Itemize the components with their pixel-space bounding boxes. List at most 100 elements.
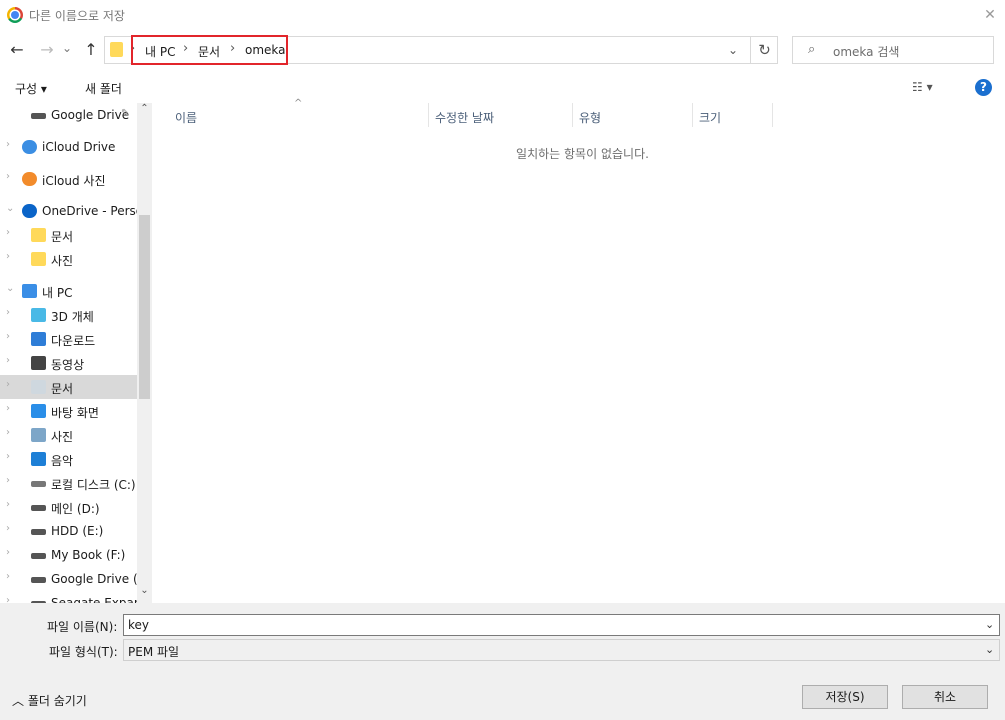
desktop-icon [31,404,46,418]
address-dropdown-button[interactable]: ⌄ [724,36,742,64]
column-size[interactable]: 크기 [699,109,721,126]
filename-input[interactable] [123,614,1000,636]
filename-value[interactable]: key [128,618,149,632]
column-divider[interactable] [692,103,693,127]
scroll-down-arrow[interactable]: ⌄ [137,585,152,601]
breadcrumb-documents[interactable]: 문서 [198,43,220,60]
sidebar-item-label: OneDrive - Perso [42,204,144,218]
chevron-right-icon[interactable]: › [6,523,10,534]
chevron-right-icon[interactable]: › [6,171,10,182]
chevron-up-icon: ︿ [12,694,28,708]
column-date-modified[interactable]: 수정한 날짜 [435,109,494,126]
sidebar-item[interactable]: › iCloud 사진 [0,167,137,191]
chevron-right-icon[interactable]: › [6,427,10,438]
chevron-right-icon[interactable]: › [6,547,10,558]
chevron-right-icon[interactable]: › [6,331,10,342]
breadcrumb-separator[interactable]: › [230,41,235,56]
recent-locations-button[interactable]: ⌄ [60,35,74,61]
sidebar-item[interactable]: ›Google Drive✎ [0,103,137,127]
chevron-right-icon[interactable]: › [6,227,10,238]
chevron-right-icon[interactable]: › [6,451,10,462]
organize-button[interactable]: 구성 ▾ [15,80,47,97]
filetype-dropdown-icon[interactable]: ⌄ [985,643,994,656]
command-bar [0,74,1005,102]
help-icon[interactable]: ? [975,79,992,96]
sidebar-item-label: 문서 [51,230,74,244]
scroll-up-arrow[interactable]: ⌃ [137,103,152,119]
sidebar-item[interactable]: › HDD (E:) [0,519,137,543]
save-button[interactable]: 저장(S) [802,685,888,709]
chevron-right-icon[interactable]: › [6,251,10,262]
sidebar-item[interactable]: › My Book (F:) [0,543,137,567]
sidebar-item-label: 동영상 [51,358,85,372]
sidebar-item-label: 다운로드 [51,334,96,348]
sidebar-item[interactable]: › 다운로드 [0,327,137,351]
back-button[interactable]: ← [6,37,28,63]
download-icon [31,332,46,346]
sidebar-item[interactable]: › 로컬 디스크 (C:) [0,471,137,495]
sidebar-item[interactable]: › 메인 (D:) [0,495,137,519]
scrollbar-thumb[interactable] [139,215,150,399]
music-icon [31,452,46,466]
chevron-down-icon[interactable]: ⌄ [6,203,14,214]
sidebar-item[interactable]: › 음악 [0,447,137,471]
sidebar-item-label: 사진 [51,430,74,444]
close-button[interactable]: ✕ [975,0,1005,30]
chevron-right-icon[interactable]: › [6,499,10,510]
filename-dropdown-icon[interactable]: ⌄ [985,618,994,631]
filetype-value[interactable]: PEM 파일 [128,643,179,660]
breadcrumb-omeka[interactable]: omeka [245,43,286,57]
forward-button[interactable]: → [36,37,58,63]
chevron-right-icon[interactable]: › [6,379,10,390]
sidebar-item-label: 문서 [51,382,74,396]
search-placeholder: omeka 검색 [833,45,900,59]
column-divider[interactable] [572,103,573,127]
chevron-right-icon[interactable]: › [6,475,10,486]
folder-icon [31,228,46,242]
sidebar-item[interactable]: › 문서 [0,223,137,247]
chevron-right-icon[interactable]: › [6,571,10,582]
filetype-select[interactable] [123,639,1000,661]
chevron-right-icon[interactable]: › [6,355,10,366]
column-divider[interactable] [428,103,429,127]
filetype-label: 파일 형식(T): [49,645,118,659]
chevron-right-icon[interactable]: › [6,403,10,414]
folder-icon [110,42,123,57]
column-type[interactable]: 유형 [579,109,601,126]
window-title: 다른 이름으로 저장 [29,9,125,23]
sidebar-item[interactable]: › 동영상 [0,351,137,375]
view-options-button[interactable]: ☷ ▾ [912,80,933,94]
sidebar-item[interactable]: › Seagate Expansi [0,591,151,603]
documents-icon [31,380,46,394]
folder-icon [31,252,46,266]
chrome-icon [7,7,23,23]
local-disk-icon [31,481,46,487]
filename-label: 파일 이름(N): [47,620,118,634]
sidebar-item[interactable]: › 바탕 화면 [0,399,137,423]
column-name[interactable]: 이름 [175,109,197,126]
column-divider[interactable] [772,103,773,127]
sidebar-item[interactable]: › 사진 [0,247,137,271]
sidebar-item[interactable]: ⌄ 내 PC [0,279,137,303]
breadcrumb-this-pc[interactable]: 내 PC [145,43,175,60]
video-icon [31,356,46,370]
new-folder-button[interactable]: 새 폴더 [85,80,122,97]
hide-folders-button[interactable]: ︿ 폴더 숨기기 [12,692,87,709]
sidebar-item[interactable]: › 문서 [0,375,137,399]
sort-ascending-icon: ^ [294,98,303,109]
chevron-right-icon[interactable]: › [6,595,10,603]
sidebar-item[interactable]: › Google Drive (G [0,567,147,591]
chevron-down-icon[interactable]: ⌄ [6,283,14,294]
3d-objects-icon [31,308,46,322]
up-button[interactable]: ↑ [80,37,102,63]
sidebar-item[interactable]: › 사진 [0,423,137,447]
sidebar-item[interactable]: › 3D 개체 [0,303,137,327]
refresh-button[interactable]: ↻ [750,36,778,64]
cancel-button[interactable]: 취소 [902,685,988,709]
sidebar-item-label: 3D 개체 [51,310,94,324]
sidebar-item-label: 사진 [51,254,74,268]
chevron-right-icon[interactable]: › [6,307,10,318]
sidebar-item-label: Google Drive (G [51,572,147,586]
breadcrumb-separator[interactable]: › [183,41,188,56]
sidebar-item[interactable]: ⌄ OneDrive - Perso [0,199,143,223]
